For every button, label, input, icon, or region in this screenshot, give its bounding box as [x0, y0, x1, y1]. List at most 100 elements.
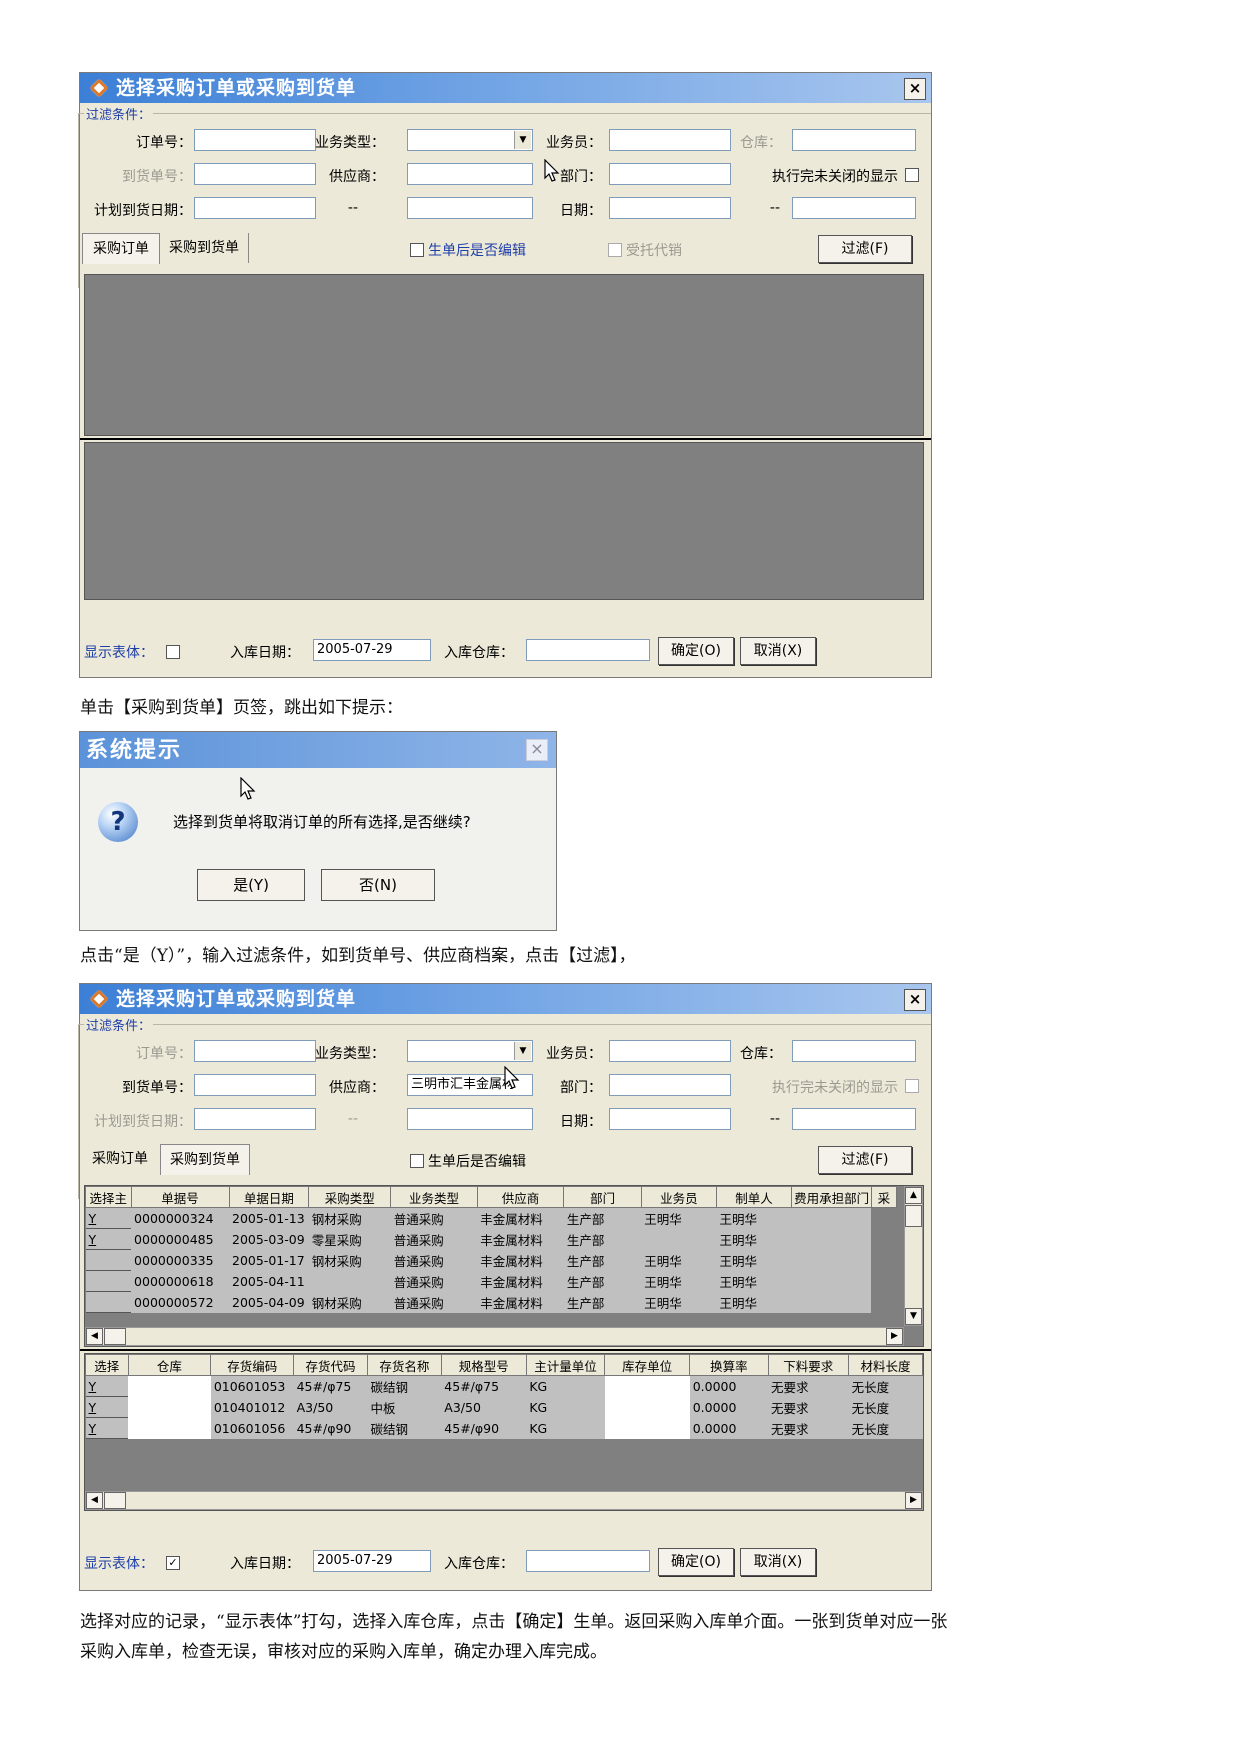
plan-date-to-input[interactable]	[407, 197, 533, 219]
detail-row-cell[interactable]: Y	[85, 1417, 129, 1439]
salesman-input[interactable]	[609, 129, 731, 151]
arrival-detail-header-5[interactable]: 规格型号	[440, 1354, 527, 1376]
show-closed-checkbox[interactable]	[905, 1079, 919, 1093]
tab-purchase-order[interactable]: 采购订单	[82, 1144, 158, 1174]
in-warehouse-input[interactable]	[526, 1550, 650, 1572]
scroll-left-icon[interactable]: ◀	[86, 1328, 103, 1345]
arrival-detail-header-4[interactable]: 存货名称	[366, 1354, 442, 1376]
arrival-detail-header-0[interactable]: 选择	[85, 1354, 129, 1376]
in-warehouse-input[interactable]	[526, 639, 650, 661]
arrival-row[interactable]: Y 0000000324 2005-01-13 钢材采购 普通采购 丰金属材料 生产部 王明华…	[85, 1207, 897, 1229]
in-date-input[interactable]: 2005-07-29	[313, 639, 431, 661]
arrival-row-cell[interactable]: Y	[85, 1207, 132, 1229]
show-body-checkbox[interactable]: ✓	[166, 1556, 180, 1570]
scroll-right-icon[interactable]: ▶	[905, 1492, 922, 1509]
date-from-input[interactable]	[609, 1108, 731, 1130]
scroll-thumb[interactable]	[905, 1205, 922, 1227]
close-button[interactable]: ×	[904, 78, 926, 100]
arrival-row[interactable]: 0000000618 2005-04-11 普通采购 丰金属材料 生产部 王明华 王明华	[85, 1270, 897, 1292]
supplier-input[interactable]	[407, 163, 533, 185]
show-body-checkbox[interactable]	[166, 645, 180, 659]
arrival-detail-header-9[interactable]: 下料要求	[767, 1354, 850, 1376]
dept-label: 部门：	[560, 1080, 602, 1096]
close-button[interactable]: ×	[904, 989, 926, 1011]
ok-button[interactable]: 确定(O)	[658, 1548, 734, 1576]
splitter[interactable]	[80, 1349, 931, 1351]
consign-checkbox[interactable]	[608, 243, 622, 257]
arrival-list-header-5[interactable]: 供应商	[476, 1186, 565, 1208]
arrival-list-header-9[interactable]: 费用承担部门	[791, 1186, 872, 1208]
arrival-detail-grid[interactable]: 选择 仓库 存货编码 存货代码 存货名称 规格型号 主计量单位 库存单位 换算率 下料要求 材料长度…	[84, 1353, 924, 1511]
close-icon[interactable]: ×	[526, 739, 548, 761]
arrival-detail-header-10[interactable]: 材料长度	[848, 1354, 923, 1376]
no-button[interactable]: 否(N)	[321, 869, 435, 901]
cancel-button[interactable]: 取消(X)	[740, 1548, 816, 1576]
vertical-scrollbar[interactable]: ▲ ▼	[904, 1186, 923, 1326]
arrival-list-header-6[interactable]: 部门	[563, 1186, 642, 1208]
arrival-list-header-8[interactable]: 制单人	[715, 1186, 793, 1208]
scroll-left-icon[interactable]: ◀	[86, 1492, 103, 1509]
horizontal-scrollbar[interactable]: ◀ ▶	[85, 1327, 904, 1346]
arrival-detail-header-3[interactable]: 存货代码	[293, 1354, 368, 1376]
tab-purchase-order[interactable]: 采购订单	[82, 233, 160, 264]
in-date-input[interactable]: 2005-07-29	[313, 1550, 431, 1572]
plan-date-to-input[interactable]	[407, 1108, 533, 1130]
arrival-list-header-10[interactable]: 采	[870, 1186, 898, 1208]
date-to-input[interactable]	[792, 1108, 916, 1130]
arrival-row-cell[interactable]	[85, 1249, 132, 1271]
horizontal-scrollbar[interactable]: ◀ ▶	[85, 1491, 923, 1510]
warehouse-input[interactable]	[792, 129, 916, 151]
arrival-list-header-1[interactable]: 单据号	[130, 1186, 230, 1208]
arrival-detail-header-6[interactable]: 主计量单位	[525, 1354, 606, 1376]
scroll-right-icon[interactable]: ▶	[886, 1328, 903, 1345]
order-detail-grid[interactable]	[84, 442, 924, 600]
detail-row[interactable]: Y 010601056 45#/φ90 碳结钢 45#/φ90 KG 0.0000 无要求 无长…	[85, 1417, 923, 1439]
plan-date-from-input[interactable]	[194, 1108, 316, 1130]
scroll-up-icon[interactable]: ▲	[905, 1187, 922, 1204]
arrival-list-header-7[interactable]: 业务员	[640, 1186, 717, 1208]
arrival-list-header-2[interactable]: 单据日期	[228, 1186, 310, 1208]
warehouse-input[interactable]	[792, 1040, 916, 1062]
arrival-list-grid[interactable]: 选择主 单据号 单据日期 采购类型 业务类型 供应商 部门 业务员 制单人 费用承担部门采 Y 00…	[84, 1185, 924, 1347]
date-to-input[interactable]	[792, 197, 916, 219]
detail-row-cell[interactable]: Y	[85, 1396, 129, 1418]
arrival-row-cell[interactable]	[85, 1291, 132, 1313]
arrival-detail-header-1[interactable]: 仓库	[127, 1354, 212, 1376]
tab-arrival-note[interactable]: 采购到货单	[160, 233, 249, 263]
dept-input[interactable]	[609, 1074, 731, 1096]
filter-button[interactable]: 过滤(F)	[818, 1146, 912, 1174]
yes-button[interactable]: 是(Y)	[197, 869, 305, 901]
arrival-row[interactable]: 0000000335 2005-01-17 钢材采购 普通采购 丰金属材料 生产部 王明华王…	[85, 1249, 897, 1271]
salesman-input[interactable]	[609, 1040, 731, 1062]
detail-row[interactable]: Y 010601053 45#/φ75 碳结钢 45#/φ75 KG 0.0000 无要求 无长…	[85, 1375, 923, 1397]
arrival-list-header-4[interactable]: 业务类型	[390, 1186, 478, 1208]
arrival-detail-header-2[interactable]: 存货编码	[210, 1354, 295, 1376]
arrival-list-header-3[interactable]: 采购类型	[308, 1186, 392, 1208]
cancel-button[interactable]: 取消(X)	[740, 637, 816, 665]
scroll-down-icon[interactable]: ▼	[905, 1308, 922, 1325]
arrival-detail-header-7[interactable]: 库存单位	[604, 1354, 691, 1376]
arrival-row-cell[interactable]	[85, 1270, 132, 1292]
biz-type-select[interactable]: ▼	[407, 129, 533, 151]
plan-date-from-input[interactable]	[194, 197, 316, 219]
tab-arrival-note[interactable]: 采购到货单	[160, 1144, 250, 1175]
scroll-thumb[interactable]	[104, 1492, 126, 1509]
arrival-row[interactable]: 0000000572 2005-04-09 钢材采购 普通采购 丰金属材料 生产部 王明华王…	[85, 1291, 897, 1313]
ok-button[interactable]: 确定(O)	[658, 637, 734, 665]
detail-row[interactable]: Y 010401012 A3/50 中板 A3/50 KG 0.0000 无要求 无长度	[85, 1396, 923, 1418]
show-closed-checkbox[interactable]	[905, 168, 919, 182]
arrival-row-cell[interactable]: Y	[85, 1228, 132, 1250]
arrival-row[interactable]: Y 0000000485 2005-03-09 零星采购 普通采购 丰金属材料 生产部 王明华	[85, 1228, 897, 1250]
dept-input[interactable]	[609, 163, 731, 185]
arrival-detail-header-8[interactable]: 换算率	[689, 1354, 769, 1376]
detail-row-cell[interactable]: Y	[85, 1375, 129, 1397]
scroll-thumb[interactable]	[104, 1328, 126, 1345]
arrival-list-header-0[interactable]: 选择主	[85, 1186, 132, 1208]
edit-after-checkbox[interactable]	[410, 243, 424, 257]
splitter[interactable]	[80, 438, 931, 440]
filter-button[interactable]: 过滤(F)	[818, 235, 912, 263]
edit-after-checkbox[interactable]	[410, 1154, 424, 1168]
order-list-grid[interactable]	[84, 274, 924, 436]
biz-type-select[interactable]: ▼	[407, 1040, 533, 1062]
date-from-input[interactable]	[609, 197, 731, 219]
